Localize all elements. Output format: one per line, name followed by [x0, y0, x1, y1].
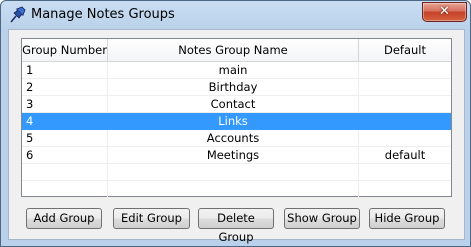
column-header-group-number[interactable]: Group Number: [22, 39, 108, 61]
hide-group-button[interactable]: Hide Group: [369, 208, 445, 229]
group-name-cell: main: [108, 62, 359, 79]
close-icon: ✕: [439, 4, 450, 19]
default-cell: [359, 113, 451, 130]
group-name-cell: Meetings: [108, 147, 359, 164]
default-cell: [359, 62, 451, 79]
manage-notes-groups-window: Manage Notes Groups ✕ Group Number Notes…: [0, 0, 471, 247]
group-number-cell: 4: [22, 113, 108, 130]
group-name-cell: Links: [108, 113, 359, 130]
default-cell: [359, 130, 451, 147]
default-cell: default: [384, 148, 426, 162]
column-header-notes-group-name[interactable]: Notes Group Name: [108, 39, 359, 61]
group-number-cell: 5: [22, 130, 108, 147]
close-button[interactable]: ✕: [422, 2, 467, 22]
groups-table[interactable]: Group Number Notes Group Name Default 1m…: [21, 38, 452, 198]
group-number-cell: [22, 164, 108, 181]
pushpin-icon: [10, 6, 26, 23]
group-number-cell: 3: [22, 96, 108, 113]
table-header: Group Number Notes Group Name Default: [22, 39, 451, 62]
title-bar[interactable]: Manage Notes Groups ✕: [1, 1, 470, 30]
default-cell: [359, 164, 451, 181]
group-number-cell: 2: [22, 79, 108, 96]
group-number-cell: [22, 181, 108, 198]
empty-table-row: [22, 181, 451, 198]
group-number-cell: 6: [22, 147, 108, 164]
group-name-cell: [108, 181, 359, 198]
default-cell: [359, 181, 451, 198]
edit-group-button[interactable]: Edit Group: [113, 208, 190, 229]
group-name-cell: Birthday: [108, 79, 359, 96]
table-row[interactable]: 5 Accounts: [22, 130, 451, 147]
table-row[interactable]: 4 Links: [22, 113, 451, 130]
show-group-button[interactable]: Show Group: [284, 208, 360, 229]
table-row[interactable]: 1 main: [22, 62, 451, 79]
table-row[interactable]: 2 Birthday: [22, 79, 451, 96]
table-row[interactable]: 3 Contact: [22, 96, 451, 113]
delete-group-button[interactable]: Delete Group: [198, 208, 274, 244]
dialog-body: Group Number Notes Group Name Default 1m…: [8, 29, 465, 244]
group-name-cell: Contact: [108, 96, 359, 113]
column-header-default[interactable]: Default: [359, 39, 451, 61]
default-cell: [359, 96, 451, 113]
empty-table-row: [22, 164, 451, 181]
window-title: Manage Notes Groups: [31, 7, 175, 22]
default-cell: [359, 79, 451, 96]
add-group-button[interactable]: Add Group: [26, 208, 102, 229]
table-row[interactable]: 6 Meetings default: [22, 147, 451, 164]
group-number-cell: 1: [22, 62, 108, 79]
group-name-cell: Accounts: [108, 130, 359, 147]
group-name-cell: [108, 164, 359, 181]
